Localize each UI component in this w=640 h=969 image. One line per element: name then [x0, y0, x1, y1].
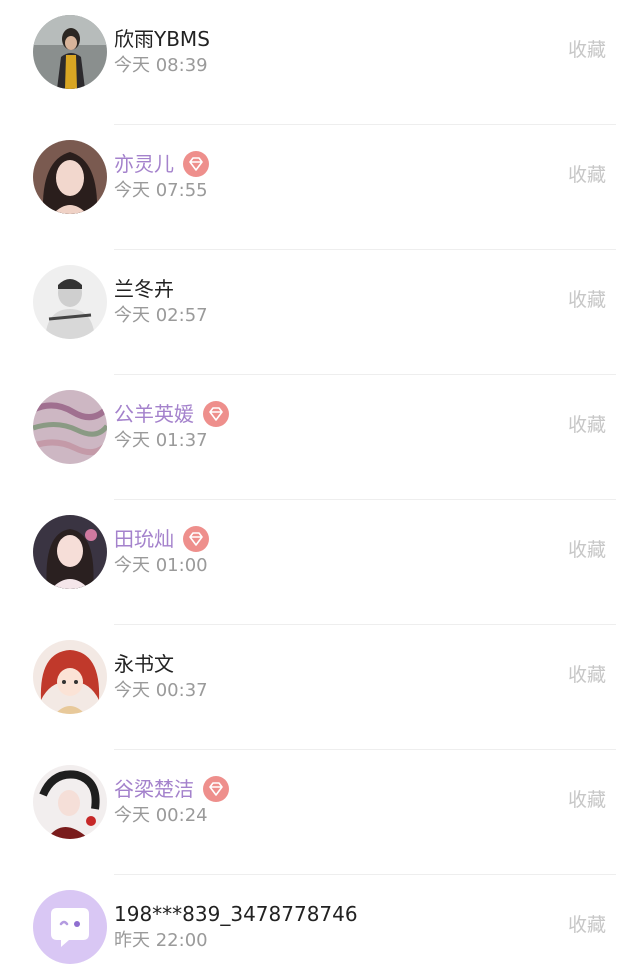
favorite-button[interactable]: 收藏 — [568, 162, 606, 188]
avatar[interactable] — [33, 390, 107, 464]
avatar-photo-woman-long-hair — [33, 140, 107, 214]
avatar-photo-woman-yellow-scarf — [33, 15, 107, 89]
favorite-button[interactable]: 收藏 — [568, 37, 606, 63]
visit-time: 今天 02:57 — [114, 305, 208, 326]
list-item[interactable]: 兰冬卉 今天 02:57 收藏 — [0, 250, 640, 375]
user-name[interactable]: 亦灵儿 — [114, 151, 174, 177]
visit-time: 今天 00:24 — [114, 805, 208, 826]
user-name[interactable]: 永书文 — [114, 651, 174, 677]
name-line: 永书文 — [114, 651, 174, 677]
favorite-button[interactable]: 收藏 — [568, 537, 606, 563]
name-line: 公羊英媛 — [114, 401, 229, 427]
avatar-sketch-man — [33, 265, 107, 339]
list-item[interactable]: 亦灵儿 今天 07:55 收藏 — [0, 125, 640, 250]
list-item[interactable]: 公羊英媛 今天 01:37 收藏 — [0, 375, 640, 500]
avatar-abstract-pattern — [33, 390, 107, 464]
user-name[interactable]: 兰冬卉 — [114, 276, 174, 302]
vip-diamond-icon — [203, 776, 229, 802]
default-chat-bubble-avatar-icon — [33, 890, 107, 964]
visit-time: 昨天 22:00 — [114, 930, 208, 951]
user-name[interactable]: 谷梁楚洁 — [114, 776, 194, 802]
list-item[interactable]: 谷梁楚洁 今天 00:24 收藏 — [0, 750, 640, 875]
name-line: 198***839_3478778746 — [114, 901, 358, 927]
visit-time: 今天 00:37 — [114, 680, 208, 701]
avatar[interactable] — [33, 15, 107, 89]
favorite-button[interactable]: 收藏 — [568, 412, 606, 438]
avatar[interactable] — [33, 515, 107, 589]
avatar[interactable] — [33, 265, 107, 339]
vip-diamond-icon — [183, 151, 209, 177]
visit-time: 今天 07:55 — [114, 180, 208, 201]
avatar-photo-girl — [33, 515, 107, 589]
avatar[interactable] — [33, 765, 107, 839]
name-line: 田玧灿 — [114, 526, 209, 552]
favorite-button[interactable]: 收藏 — [568, 787, 606, 813]
avatar-anime-red-hair — [33, 640, 107, 714]
visit-time: 今天 01:37 — [114, 430, 208, 451]
user-name[interactable]: 田玧灿 — [114, 526, 174, 552]
user-name[interactable]: 欣雨YBMS — [114, 26, 210, 52]
list-item[interactable]: 198***839_3478778746 昨天 22:00 收藏 — [0, 875, 640, 969]
user-name[interactable]: 198***839_3478778746 — [114, 901, 358, 927]
name-line: 谷梁楚洁 — [114, 776, 229, 802]
list-item[interactable]: 永书文 今天 00:37 收藏 — [0, 625, 640, 750]
name-line: 亦灵儿 — [114, 151, 209, 177]
name-line: 兰冬卉 — [114, 276, 174, 302]
favorite-button[interactable]: 收藏 — [568, 287, 606, 313]
visit-time: 今天 01:00 — [114, 555, 208, 576]
avatar[interactable] — [33, 140, 107, 214]
avatar[interactable] — [33, 890, 107, 964]
list-item[interactable]: 田玧灿 今天 01:00 收藏 — [0, 500, 640, 625]
list-item[interactable]: 欣雨YBMS 今天 08:39 收藏 — [0, 0, 640, 125]
favorite-button[interactable]: 收藏 — [568, 662, 606, 688]
vip-diamond-icon — [183, 526, 209, 552]
visit-time: 今天 08:39 — [114, 55, 208, 76]
favorite-button[interactable]: 收藏 — [568, 912, 606, 938]
name-line: 欣雨YBMS — [114, 26, 210, 52]
collector-list: 欣雨YBMS 今天 08:39 收藏 亦灵儿 今天 07:55 收藏 兰冬卉 今… — [0, 0, 640, 969]
avatar[interactable] — [33, 640, 107, 714]
user-name[interactable]: 公羊英媛 — [114, 401, 194, 427]
avatar-ink-drawing — [33, 765, 107, 839]
vip-diamond-icon — [203, 401, 229, 427]
